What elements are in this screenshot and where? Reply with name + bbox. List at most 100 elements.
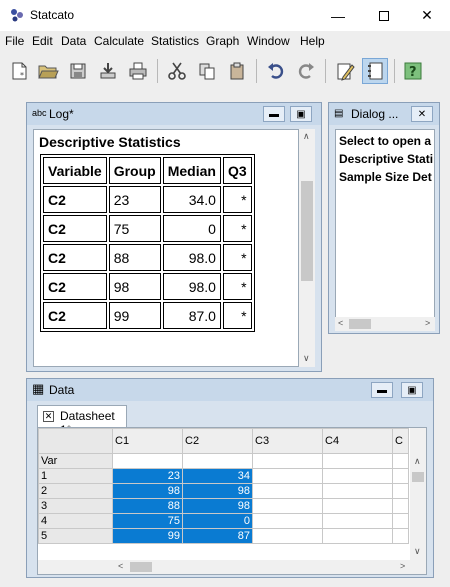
- row-number[interactable]: 3: [38, 498, 113, 514]
- dialog-list-item[interactable]: Descriptive Stati: [339, 152, 433, 166]
- corner-cell: [38, 428, 113, 454]
- undo-button[interactable]: [263, 58, 289, 84]
- data-cell[interactable]: [252, 483, 323, 499]
- data-maximize-button[interactable]: ▣: [401, 382, 423, 398]
- data-cell[interactable]: [252, 513, 323, 529]
- dialog-list-item[interactable]: Sample Size Det: [339, 170, 432, 184]
- print-button[interactable]: [125, 58, 151, 84]
- data-cell[interactable]: [322, 498, 393, 514]
- new-file-button[interactable]: *: [6, 58, 32, 84]
- scroll-right-icon[interactable]: >: [425, 318, 430, 328]
- data-cell[interactable]: 99: [112, 528, 183, 544]
- data-window-header[interactable]: ▦ Data ▬ ▣: [27, 379, 433, 401]
- column-header[interactable]: C4: [322, 428, 393, 454]
- grid-vertical-scrollbar[interactable]: ∧ ∨: [410, 428, 426, 574]
- minimize-button[interactable]: —: [315, 0, 361, 31]
- dialog-panel-icon: ▤: [334, 108, 344, 119]
- menu-edit[interactable]: Edit: [32, 34, 53, 48]
- data-cell[interactable]: 98: [182, 498, 253, 514]
- scroll-thumb[interactable]: [130, 562, 152, 572]
- help-button[interactable]: ?: [400, 58, 426, 84]
- var-name-cell[interactable]: [322, 453, 393, 469]
- var-name-cell[interactable]: [112, 453, 183, 469]
- log-maximize-button[interactable]: ▣: [290, 106, 312, 122]
- edit-log-button[interactable]: [332, 58, 358, 84]
- data-cell[interactable]: 75: [112, 513, 183, 529]
- menu-help[interactable]: Help: [300, 34, 325, 48]
- scroll-thumb[interactable]: [301, 181, 313, 281]
- log-vertical-scrollbar[interactable]: ∧ ∨: [299, 129, 315, 367]
- column-header[interactable]: C3: [252, 428, 323, 454]
- log-window-header[interactable]: abc Log* ▬ ▣: [27, 103, 321, 125]
- column-header[interactable]: C: [392, 428, 409, 454]
- data-cell[interactable]: 88: [112, 498, 183, 514]
- data-cell[interactable]: 34: [182, 468, 253, 484]
- dialog-window-header[interactable]: ▤ Dialog ... ✕: [329, 103, 439, 125]
- var-name-cell[interactable]: [182, 453, 253, 469]
- dialog-close-button[interactable]: ✕: [411, 106, 433, 122]
- tab-datasheet[interactable]: ✕ Datasheet 1*: [37, 405, 127, 437]
- menu-data[interactable]: Data: [61, 34, 86, 48]
- table-row: C2 98 98.0 *: [43, 273, 252, 300]
- data-cell[interactable]: [392, 528, 409, 544]
- scroll-down-icon[interactable]: ∨: [414, 546, 421, 557]
- import-button[interactable]: [95, 58, 121, 84]
- data-cell[interactable]: 87: [182, 528, 253, 544]
- column-header[interactable]: C1: [112, 428, 183, 454]
- close-icon: ✕: [421, 7, 433, 23]
- data-cell[interactable]: [252, 468, 323, 484]
- data-cell[interactable]: 0: [182, 513, 253, 529]
- data-cell[interactable]: 98: [182, 483, 253, 499]
- close-icon[interactable]: ✕: [43, 411, 54, 422]
- row-number[interactable]: 5: [38, 528, 113, 544]
- data-cell[interactable]: [392, 483, 409, 499]
- data-cell[interactable]: [322, 468, 393, 484]
- data-cell[interactable]: [392, 498, 409, 514]
- scroll-down-icon[interactable]: ∨: [303, 353, 310, 364]
- data-cell[interactable]: [322, 513, 393, 529]
- data-cell[interactable]: [322, 528, 393, 544]
- menu-file[interactable]: File: [5, 34, 24, 48]
- grid-horizontal-scrollbar[interactable]: < >: [38, 560, 410, 574]
- menu-statistics[interactable]: Statistics: [151, 34, 199, 48]
- open-button[interactable]: [35, 58, 61, 84]
- data-cell[interactable]: [252, 498, 323, 514]
- column-header[interactable]: C2: [182, 428, 253, 454]
- scroll-left-icon[interactable]: <: [338, 318, 343, 328]
- cut-button[interactable]: [164, 58, 190, 84]
- log-minimize-button[interactable]: ▬: [263, 106, 285, 122]
- maximize-button[interactable]: [361, 0, 407, 31]
- data-cell[interactable]: [322, 483, 393, 499]
- scroll-thumb[interactable]: [349, 319, 371, 329]
- scroll-up-icon[interactable]: ∧: [303, 131, 310, 142]
- redo-button[interactable]: [293, 58, 319, 84]
- data-cell[interactable]: [392, 513, 409, 529]
- data-cell[interactable]: [392, 468, 409, 484]
- close-button[interactable]: ✕: [404, 0, 450, 31]
- data-cell[interactable]: 23: [112, 468, 183, 484]
- scroll-left-icon[interactable]: <: [118, 561, 123, 571]
- row-number[interactable]: 4: [38, 513, 113, 529]
- data-cell[interactable]: 98: [112, 483, 183, 499]
- row-number[interactable]: 2: [38, 483, 113, 499]
- copy-button[interactable]: [194, 58, 220, 84]
- menu-calculate[interactable]: Calculate: [94, 34, 144, 48]
- scroll-up-icon[interactable]: ∧: [414, 456, 421, 467]
- data-cell[interactable]: [252, 528, 323, 544]
- dialog-list-item[interactable]: Select to open a: [339, 134, 431, 148]
- save-icon: [70, 63, 86, 79]
- menu-graph[interactable]: Graph: [206, 34, 239, 48]
- menu-window[interactable]: Window: [247, 34, 290, 48]
- paste-button[interactable]: [224, 58, 250, 84]
- scroll-right-icon[interactable]: >: [400, 561, 405, 571]
- data-minimize-button[interactable]: ▬: [371, 382, 393, 398]
- dialog-panel-button[interactable]: [362, 58, 388, 84]
- scroll-thumb[interactable]: [412, 472, 424, 482]
- row-number[interactable]: 1: [38, 468, 113, 484]
- data-window-title: Data: [49, 383, 75, 397]
- var-name-cell[interactable]: [392, 453, 409, 469]
- dialog-horizontal-scrollbar[interactable]: < >: [335, 317, 435, 331]
- var-name-row: Var: [38, 453, 409, 469]
- var-name-cell[interactable]: [252, 453, 323, 469]
- save-button[interactable]: [65, 58, 91, 84]
